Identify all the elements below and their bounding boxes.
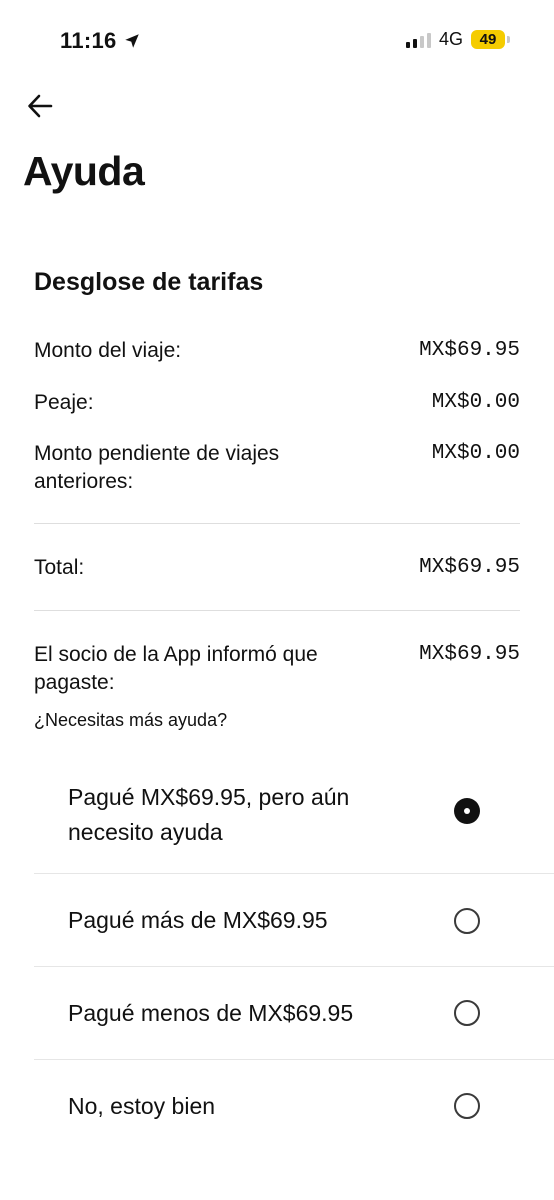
status-time-text: 11:16 [60,28,117,53]
signal-icon [405,32,431,48]
back-button[interactable] [24,90,56,122]
network-label: 4G [438,29,463,49]
fare-value: MX$0.00 [431,442,520,465]
divider [34,610,520,611]
option-paid-more[interactable]: Pagué más de MX$69.95 [34,874,554,967]
option-label: Pagué menos de MX$69.95 [68,999,354,1026]
battery-icon: 49 [471,30,510,49]
fare-label: Monto pendiente de viajes anteriores: [34,442,280,493]
status-indicators: 4G 49 [405,29,510,50]
radio-unselected[interactable] [454,1000,480,1026]
arrow-left-icon [28,94,53,118]
reported-label: El socio de la App informó que pagaste: [34,643,318,694]
divider [34,523,520,524]
fare-label: Monto del viaje: [34,339,182,362]
help-question: ¿Necesitas más ayuda? [34,710,228,730]
radio-unselected[interactable] [454,1093,480,1119]
radio-unselected[interactable] [454,908,480,934]
option-label: Pagué más de MX$69.95 [68,906,328,933]
fare-row-trip: Monto del viaje: MX$69.95 [34,337,520,365]
option-label: Pagué MX$69.95, pero aún necesito ayuda [68,783,350,845]
page-title: Ayuda [23,148,145,194]
status-bar: 11:16 4G 49 [0,0,554,80]
fare-breakdown-title: Desglose de tarifas [34,268,264,296]
fare-row-total: Total: MX$69.95 [34,554,520,582]
location-arrow-icon [124,34,139,48]
fare-row-reported: El socio de la App informó que pagaste: … [34,641,520,697]
option-paid-need-help[interactable]: Pagué MX$69.95, pero aún necesito ayuda [34,756,554,874]
help-options: Pagué MX$69.95, pero aún necesito ayuda … [34,756,554,1153]
fare-value: MX$69.95 [419,339,520,362]
battery-level: 49 [471,30,505,49]
help-screen: 11:16 4G 49 Ayuda Desglose de tarifas Mo… [0,0,554,1200]
total-label: Total: [34,556,85,579]
status-time: 11:16 [60,28,141,54]
total-value: MX$69.95 [419,556,520,579]
fare-row-pending: Monto pendiente de viajes anteriores: MX… [34,440,520,496]
option-paid-less[interactable]: Pagué menos de MX$69.95 [34,967,554,1060]
fare-label: Peaje: [34,391,94,414]
fare-value: MX$0.00 [431,391,520,414]
reported-value: MX$69.95 [419,643,520,666]
option-label: No, estoy bien [68,1093,216,1119]
option-im-fine[interactable]: No, estoy bien [34,1060,554,1153]
radio-selected[interactable] [454,798,480,824]
fare-row-toll: Peaje: MX$0.00 [34,389,520,417]
